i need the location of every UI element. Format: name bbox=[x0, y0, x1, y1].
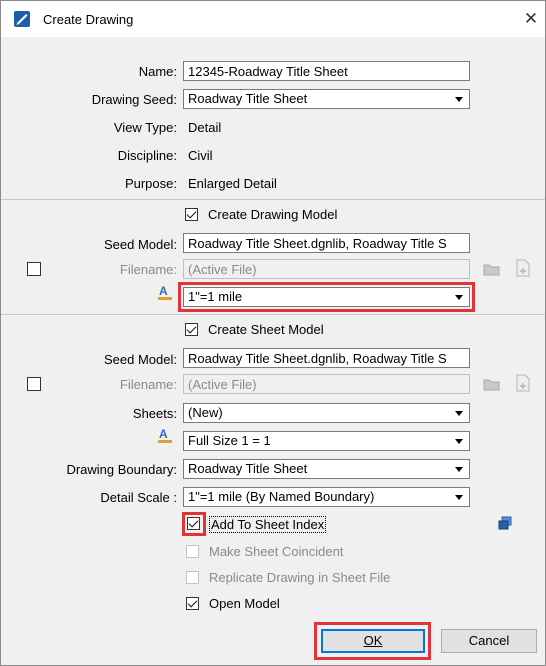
view-type-value: Detail bbox=[188, 120, 222, 135]
new-file-icon[interactable] bbox=[515, 374, 531, 392]
sheet-annotation-scale-dropdown[interactable]: Full Size 1 = 1 bbox=[183, 431, 470, 451]
sheet-annotation-scale-value: Full Size 1 = 1 bbox=[188, 433, 271, 448]
sheet-index-icon[interactable] bbox=[497, 515, 513, 531]
chevron-down-icon bbox=[455, 439, 463, 444]
drawing-boundary-dropdown[interactable]: Roadway Title Sheet bbox=[183, 459, 470, 479]
drawing-filename-checkbox[interactable] bbox=[27, 262, 41, 276]
drawing-seed-model-input[interactable]: Roadway Title Sheet.dgnlib, Roadway Titl… bbox=[183, 233, 470, 253]
replicate-drawing-checkbox[interactable] bbox=[186, 571, 199, 584]
make-sheet-coincident-label: Make Sheet Coincident bbox=[209, 544, 344, 559]
view-type-label: View Type: bbox=[113, 120, 177, 135]
drawing-filename-input[interactable]: (Active File) bbox=[183, 259, 470, 279]
sheets-dropdown[interactable]: (New) bbox=[183, 403, 470, 423]
purpose-label: Purpose: bbox=[124, 176, 177, 191]
create-sheet-model-checkbox[interactable] bbox=[185, 323, 198, 336]
drawing-seed-label: Drawing Seed: bbox=[91, 92, 177, 107]
drawing-seed-dropdown[interactable]: Roadway Title Sheet bbox=[183, 89, 470, 109]
title-bar: Create Drawing ✕ bbox=[1, 1, 545, 37]
highlight-checkbox bbox=[182, 512, 206, 536]
drawing-boundary-value: Roadway Title Sheet bbox=[188, 461, 308, 476]
sheets-value: (New) bbox=[188, 405, 223, 420]
folder-icon[interactable] bbox=[483, 376, 501, 392]
detail-scale-dropdown[interactable]: 1"=1 mile (By Named Boundary) bbox=[183, 487, 470, 507]
svg-text:A: A bbox=[159, 427, 168, 441]
drawing-boundary-label: Drawing Boundary: bbox=[66, 462, 177, 477]
window-title: Create Drawing bbox=[43, 12, 134, 27]
sheet-seed-model-input[interactable]: Roadway Title Sheet.dgnlib, Roadway Titl… bbox=[183, 348, 470, 368]
svg-text:A: A bbox=[159, 284, 168, 298]
purpose-value: Enlarged Detail bbox=[188, 176, 277, 191]
annotation-scale-icon: A bbox=[158, 427, 172, 443]
make-sheet-coincident-checkbox[interactable] bbox=[186, 545, 199, 558]
drawing-app-icon bbox=[14, 11, 30, 27]
name-input[interactable]: 12345-Roadway Title Sheet bbox=[183, 61, 470, 81]
create-sheet-model-label: Create Sheet Model bbox=[208, 322, 324, 337]
discipline-label: Discipline: bbox=[117, 148, 177, 163]
open-model-label: Open Model bbox=[209, 596, 280, 611]
drawing-seed-value: Roadway Title Sheet bbox=[188, 91, 308, 106]
sheet-filename-label: Filename: bbox=[119, 377, 177, 392]
folder-icon[interactable] bbox=[483, 261, 501, 277]
cancel-button[interactable]: Cancel bbox=[441, 629, 537, 653]
section-divider bbox=[1, 199, 545, 200]
sheets-label: Sheets: bbox=[132, 406, 177, 421]
annotation-scale-icon: A bbox=[158, 284, 172, 300]
sheet-filename-input[interactable]: (Active File) bbox=[183, 374, 470, 394]
sheet-seed-model-label: Seed Model: bbox=[104, 352, 177, 367]
open-model-checkbox[interactable] bbox=[186, 597, 199, 610]
detail-scale-value: 1"=1 mile (By Named Boundary) bbox=[188, 489, 375, 504]
discipline-value: Civil bbox=[188, 148, 213, 163]
create-drawing-model-label: Create Drawing Model bbox=[208, 207, 338, 222]
sheet-filename-checkbox[interactable] bbox=[27, 377, 41, 391]
drawing-seed-model-label: Seed Model: bbox=[104, 237, 177, 252]
add-to-sheet-index-label: Add To Sheet Index bbox=[209, 516, 327, 533]
chevron-down-icon bbox=[455, 495, 463, 500]
chevron-down-icon bbox=[455, 467, 463, 472]
chevron-down-icon bbox=[455, 97, 463, 102]
highlight-annotation-scale bbox=[178, 282, 475, 312]
create-drawing-dialog: Create Drawing ✕ Name: 12345-Roadway Tit… bbox=[0, 0, 546, 666]
close-icon[interactable]: ✕ bbox=[519, 7, 543, 31]
replicate-drawing-label: Replicate Drawing in Sheet File bbox=[209, 570, 391, 585]
section-divider bbox=[1, 314, 545, 315]
drawing-filename-label: Filename: bbox=[119, 262, 177, 277]
highlight-ok-button bbox=[314, 622, 431, 660]
create-drawing-model-checkbox[interactable] bbox=[185, 208, 198, 221]
name-label: Name: bbox=[138, 64, 177, 79]
chevron-down-icon bbox=[455, 411, 463, 416]
detail-scale-label: Detail Scale : bbox=[100, 490, 177, 505]
new-file-icon[interactable] bbox=[515, 259, 531, 277]
